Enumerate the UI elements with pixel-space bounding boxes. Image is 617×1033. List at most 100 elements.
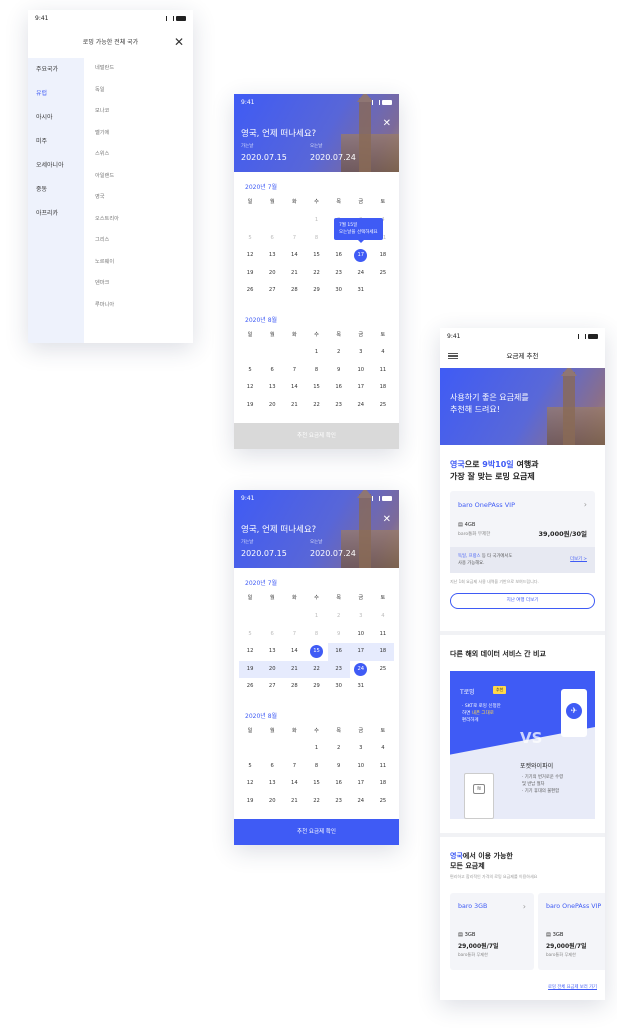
calendar-day[interactable]: 1 (305, 740, 327, 758)
calendar-day[interactable]: 19 (239, 397, 261, 415)
country-item[interactable]: 모나코 (88, 101, 193, 123)
calendar-day-in-range[interactable]: 19 (239, 660, 262, 678)
calendar-day-in-range[interactable]: 22 (305, 660, 328, 678)
calendar-day[interactable]: 13 (261, 775, 283, 793)
calendar-day[interactable]: 21 (283, 265, 305, 283)
calendar-day[interactable]: 9 (328, 758, 350, 776)
calendar-day[interactable]: 9 (328, 626, 350, 644)
country-item[interactable]: 영국 (88, 187, 193, 209)
calendar-day[interactable]: 18 (372, 247, 394, 265)
calendar-day[interactable]: 2 (328, 740, 350, 758)
calendar-day-in-range[interactable]: 16 (327, 643, 350, 661)
calendar-day[interactable]: 11 (372, 626, 394, 644)
calendar-day[interactable]: 12 (239, 643, 261, 661)
calendar-day[interactable]: 4 (372, 344, 394, 362)
calendar-day-in-range[interactable]: 18 (371, 643, 394, 661)
calendar-day[interactable]: 15 (305, 775, 327, 793)
close-icon[interactable]: ✕ (383, 118, 391, 129)
calendar-day[interactable]: 24 (350, 397, 372, 415)
calendar-day[interactable]: 2 (328, 344, 350, 362)
calendar-day[interactable]: 12 (239, 775, 261, 793)
country-item[interactable]: 스위스 (88, 144, 193, 166)
calendar-day[interactable]: 5 (239, 626, 261, 644)
confirm-button-disabled[interactable]: 추천 요금제 확인 (234, 423, 399, 449)
calendar-day[interactable]: 8 (305, 230, 327, 248)
calendar-day[interactable]: 18 (372, 775, 394, 793)
calendar-day[interactable]: 26 (239, 282, 261, 300)
calendar-day[interactable]: 23 (328, 265, 350, 283)
country-item[interactable]: 벨기에 (88, 123, 193, 145)
calendar-day[interactable]: 18 (372, 379, 394, 397)
calendar-day[interactable]: 9 (328, 362, 350, 380)
history-button[interactable]: 지난 여행 더보기 (450, 593, 595, 609)
calendar-day[interactable]: 4 (372, 608, 394, 626)
calendar-day[interactable]: 17 (350, 775, 372, 793)
calendar-day[interactable]: 25 (372, 661, 394, 679)
country-item[interactable]: 덴마크 (88, 273, 193, 295)
calendar-day-end[interactable]: 24 (350, 661, 372, 679)
calendar-day[interactable]: 10 (350, 626, 372, 644)
calendar-day[interactable]: 27 (261, 678, 283, 696)
calendar-day[interactable]: 8 (305, 362, 327, 380)
calendar-day[interactable]: 21 (283, 397, 305, 415)
calendar-day-selected[interactable]: 17 (350, 247, 372, 265)
calendar-day[interactable]: 20 (261, 397, 283, 415)
calendar-day[interactable]: 6 (261, 758, 283, 776)
start-date[interactable]: 2020.07.15 (241, 153, 287, 162)
calendar-day[interactable]: 28 (283, 282, 305, 300)
calendar-day[interactable]: 4 (372, 740, 394, 758)
calendar-day[interactable]: 22 (305, 265, 327, 283)
calendar-day[interactable]: 10 (350, 362, 372, 380)
calendar-day[interactable]: 7 (283, 626, 305, 644)
calendar-day[interactable]: 3 (350, 344, 372, 362)
plan-card[interactable]: baro 3GB › ▤ 3GB 29,000원/7일 baro통화 무제한 (450, 893, 534, 970)
calendar-day[interactable]: 19 (239, 793, 261, 811)
calendar-day[interactable]: 1 (305, 212, 327, 230)
region-item[interactable]: 아프리카 (28, 202, 84, 226)
calendar-day[interactable]: 1 (305, 344, 327, 362)
calendar-day[interactable]: 24 (350, 793, 372, 811)
more-link[interactable]: 더보기 > (570, 556, 587, 562)
country-item[interactable]: 아일랜드 (88, 166, 193, 188)
calendar-day[interactable]: 10 (350, 758, 372, 776)
close-icon[interactable]: ✕ (174, 34, 184, 50)
calendar-day[interactable]: 22 (305, 397, 327, 415)
calendar-day[interactable]: 2 (328, 608, 350, 626)
close-icon[interactable]: ✕ (383, 514, 391, 525)
region-item[interactable]: 주요국가 (28, 58, 84, 82)
calendar-day[interactable]: 1 (305, 608, 327, 626)
calendar-day[interactable]: 21 (283, 793, 305, 811)
country-item[interactable]: 독일 (88, 80, 193, 102)
calendar-day[interactable]: 14 (283, 643, 305, 661)
region-item-active[interactable]: 유럽 (28, 82, 84, 106)
country-item[interactable]: 루마니아 (88, 295, 193, 317)
calendar-day[interactable]: 14 (283, 247, 305, 265)
calendar-day[interactable]: 14 (283, 775, 305, 793)
calendar-day[interactable]: 8 (305, 758, 327, 776)
country-item[interactable]: 그리스 (88, 230, 193, 252)
country-item[interactable]: 노르웨이 (88, 252, 193, 274)
calendar-day[interactable]: 17 (350, 379, 372, 397)
calendar-day[interactable]: 20 (261, 793, 283, 811)
plan-card[interactable]: baro OnePAss VIP ▤ 3GB 29,000원/7일 baro통화… (538, 893, 605, 970)
calendar-day[interactable]: 25 (372, 397, 394, 415)
calendar-day[interactable]: 7 (283, 230, 305, 248)
end-date[interactable]: 2020.07.24 (310, 153, 356, 162)
calendar-day[interactable]: 29 (305, 678, 327, 696)
calendar-day[interactable]: 5 (239, 230, 261, 248)
calendar-day[interactable]: 31 (350, 678, 372, 696)
calendar-day-in-range[interactable]: 20 (261, 660, 284, 678)
calendar-day[interactable]: 29 (305, 282, 327, 300)
calendar-day[interactable]: 6 (261, 626, 283, 644)
calendar-day[interactable]: 23 (328, 397, 350, 415)
calendar-day[interactable]: 25 (372, 265, 394, 283)
region-item[interactable]: 미주 (28, 130, 84, 154)
calendar-day[interactable]: 7 (283, 758, 305, 776)
calendar-day[interactable]: 28 (283, 678, 305, 696)
calendar-day[interactable]: 13 (261, 379, 283, 397)
country-item[interactable]: 오스트리아 (88, 209, 193, 231)
calendar-day[interactable]: 26 (239, 678, 261, 696)
start-date[interactable]: 2020.07.15 (241, 549, 287, 558)
calendar-day[interactable]: 31 (350, 282, 372, 300)
calendar-day[interactable]: 19 (239, 265, 261, 283)
